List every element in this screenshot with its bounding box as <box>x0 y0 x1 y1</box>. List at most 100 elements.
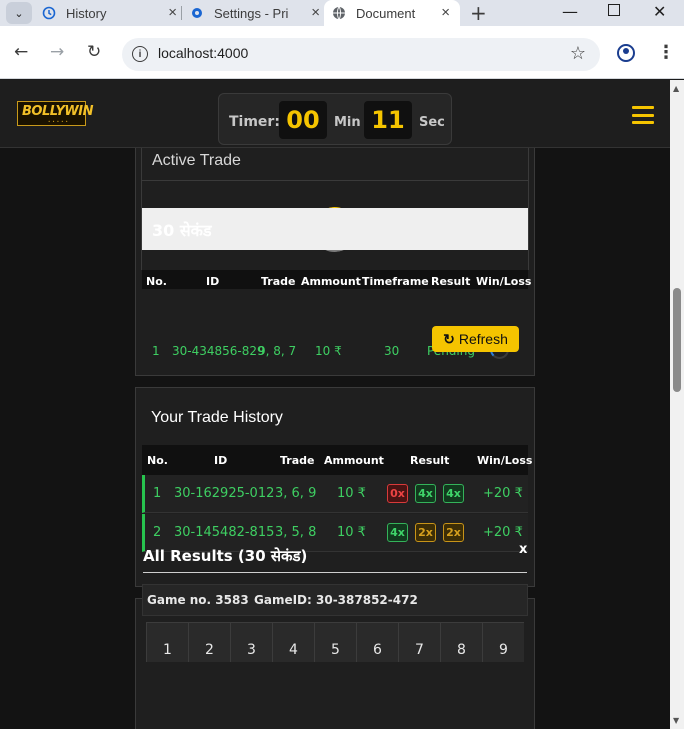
row-no: 1 <box>152 344 160 358</box>
tab-label: History <box>66 5 107 21</box>
tab-settings[interactable]: Settings - Pri × <box>190 0 320 26</box>
active-trade-title: Active Trade <box>152 152 241 169</box>
site-header: BOLLYWIN ••••• Timer: 00 Min 11 Sec <box>0 80 670 148</box>
game-id: GameID: 30-387852-472 <box>254 593 418 607</box>
timer-sec-label: Sec <box>419 115 445 130</box>
column-header: Timeframe <box>362 275 429 288</box>
refresh-label: Refresh <box>458 331 508 347</box>
column-header: No. <box>147 454 168 467</box>
all-results-panel <box>135 598 535 729</box>
forward-arrow-icon[interactable]: → <box>50 42 64 62</box>
tab-divider <box>181 6 182 20</box>
timer-seconds: 11 <box>364 101 412 139</box>
tab-document[interactable]: Document × <box>324 0 460 26</box>
column-header: Result <box>410 454 450 467</box>
refresh-button[interactable]: ↻ Refresh <box>432 326 519 352</box>
close-icon[interactable]: × <box>168 4 177 21</box>
row-trade: 3, 5, 8 <box>275 525 317 540</box>
trade-history-table-header: No. ID Trade Ammount Result Win/Loss <box>142 445 532 475</box>
logo-decoration: ••••• <box>48 119 70 124</box>
column-header: No. <box>146 275 167 288</box>
result-badge: 0x <box>387 484 408 503</box>
close-results-button[interactable]: x <box>519 542 527 557</box>
column-header: Win/Loss <box>476 275 532 288</box>
row-id: 30-434856-829 <box>172 344 265 358</box>
column-header: ID <box>206 275 220 288</box>
row-no: 1 <box>153 486 162 501</box>
row-amount: 10 ₹ <box>315 344 342 358</box>
scroll-up-arrow-icon[interactable]: ▲ <box>673 84 679 93</box>
timeframe-group-banner: 30 सेकंड <box>142 208 528 250</box>
trade-history-title: Your Trade History <box>151 409 283 426</box>
hamburger-menu-icon[interactable] <box>632 106 654 124</box>
site-info-icon[interactable]: i <box>132 46 148 62</box>
game-number: Game no. 3583 <box>147 593 249 607</box>
bookmark-star-icon[interactable]: ☆ <box>570 43 586 64</box>
page-scrollbar[interactable]: ▲ ▼ <box>670 80 684 729</box>
column-header: Win/Loss <box>477 454 533 467</box>
row-id: 30-162925-012 <box>174 486 275 501</box>
scrollbar-thumb[interactable] <box>673 288 681 392</box>
column-header: Ammount <box>324 454 384 467</box>
new-tab-icon[interactable]: + <box>470 1 487 25</box>
row-id: 30-145482-815 <box>174 525 275 540</box>
maximize-icon[interactable] <box>608 4 620 16</box>
number-grid: 1 2 3 4 5 6 7 8 9 <box>146 622 524 662</box>
result-badge: 2x <box>415 523 436 542</box>
result-badge: 4x <box>387 523 408 542</box>
column-header: Result <box>431 275 471 288</box>
row-winloss: +20 ₹ <box>483 525 523 540</box>
active-trade-table-header: No. ID Trade Ammount Timeframe Result Wi… <box>142 270 532 289</box>
number-cell[interactable]: 1 <box>146 622 188 662</box>
brand-logo[interactable]: BOLLYWIN ••••• <box>17 101 93 126</box>
close-icon[interactable]: × <box>311 4 320 21</box>
browser-tab-bar: ⌄ History × Settings - Pri × Document × … <box>0 0 684 26</box>
row-amount: 10 ₹ <box>337 525 366 540</box>
row-trade: 3, 6, 9 <box>275 486 317 501</box>
number-cell[interactable]: 4 <box>272 622 314 662</box>
url-text[interactable]: localhost:4000 <box>158 45 248 61</box>
number-cell[interactable]: 3 <box>230 622 272 662</box>
row-amount: 10 ₹ <box>337 486 366 501</box>
number-cell[interactable]: 7 <box>398 622 440 662</box>
result-badge: 2x <box>443 523 464 542</box>
tab-search-chevron-icon[interactable]: ⌄ <box>6 2 32 24</box>
number-cell[interactable]: 5 <box>314 622 356 662</box>
minimize-icon[interactable]: — <box>562 2 578 21</box>
globe-icon <box>332 6 346 20</box>
number-cell[interactable]: 8 <box>440 622 482 662</box>
tab-label: Settings - Pri <box>214 5 289 21</box>
number-cell[interactable]: 9 <box>482 622 524 662</box>
result-badge: 4x <box>443 484 464 503</box>
row-trade: 9, 8, 7 <box>258 344 297 358</box>
window-close-icon[interactable]: ✕ <box>653 2 666 21</box>
profile-icon[interactable] <box>617 44 635 62</box>
back-arrow-icon[interactable]: ← <box>14 42 28 62</box>
browser-menu-icon[interactable]: ⋮ <box>657 42 675 63</box>
timer-min-label: Min <box>334 115 361 130</box>
active-trade-header: Active Trade <box>141 148 529 181</box>
all-results-title: All Results (30 सेकंड) <box>143 547 308 565</box>
game-info-bar: Game no. 3583 GameID: 30-387852-472 <box>142 584 528 616</box>
scroll-down-arrow-icon[interactable]: ▼ <box>673 716 679 725</box>
column-header: ID <box>214 454 228 467</box>
column-header: Trade <box>280 454 315 467</box>
column-header: Trade <box>261 275 296 288</box>
tab-history[interactable]: History × <box>42 0 177 26</box>
close-icon[interactable]: × <box>441 4 450 21</box>
reload-icon[interactable]: ↻ <box>87 42 101 62</box>
number-cell[interactable]: 2 <box>188 622 230 662</box>
number-cell[interactable]: 6 <box>356 622 398 662</box>
logo-text: BOLLYWIN <box>22 104 93 119</box>
timer-minutes: 00 <box>279 101 327 139</box>
timer-label: Timer: <box>229 114 280 130</box>
table-row: 1 30-162925-012 3, 6, 9 10 ₹ 0x 4x 4x +2… <box>142 475 528 513</box>
row-no: 2 <box>153 525 162 540</box>
result-badge: 4x <box>415 484 436 503</box>
history-icon <box>42 6 56 20</box>
timeframe-group-label: 30 सेकंड <box>152 221 212 240</box>
divider <box>143 572 527 573</box>
url-omnibox[interactable]: i localhost:4000 ☆ <box>122 38 600 71</box>
address-bar: ← → ↻ i localhost:4000 ☆ <box>0 26 684 79</box>
countdown-timer: Timer: 00 Min 11 Sec <box>218 93 452 145</box>
